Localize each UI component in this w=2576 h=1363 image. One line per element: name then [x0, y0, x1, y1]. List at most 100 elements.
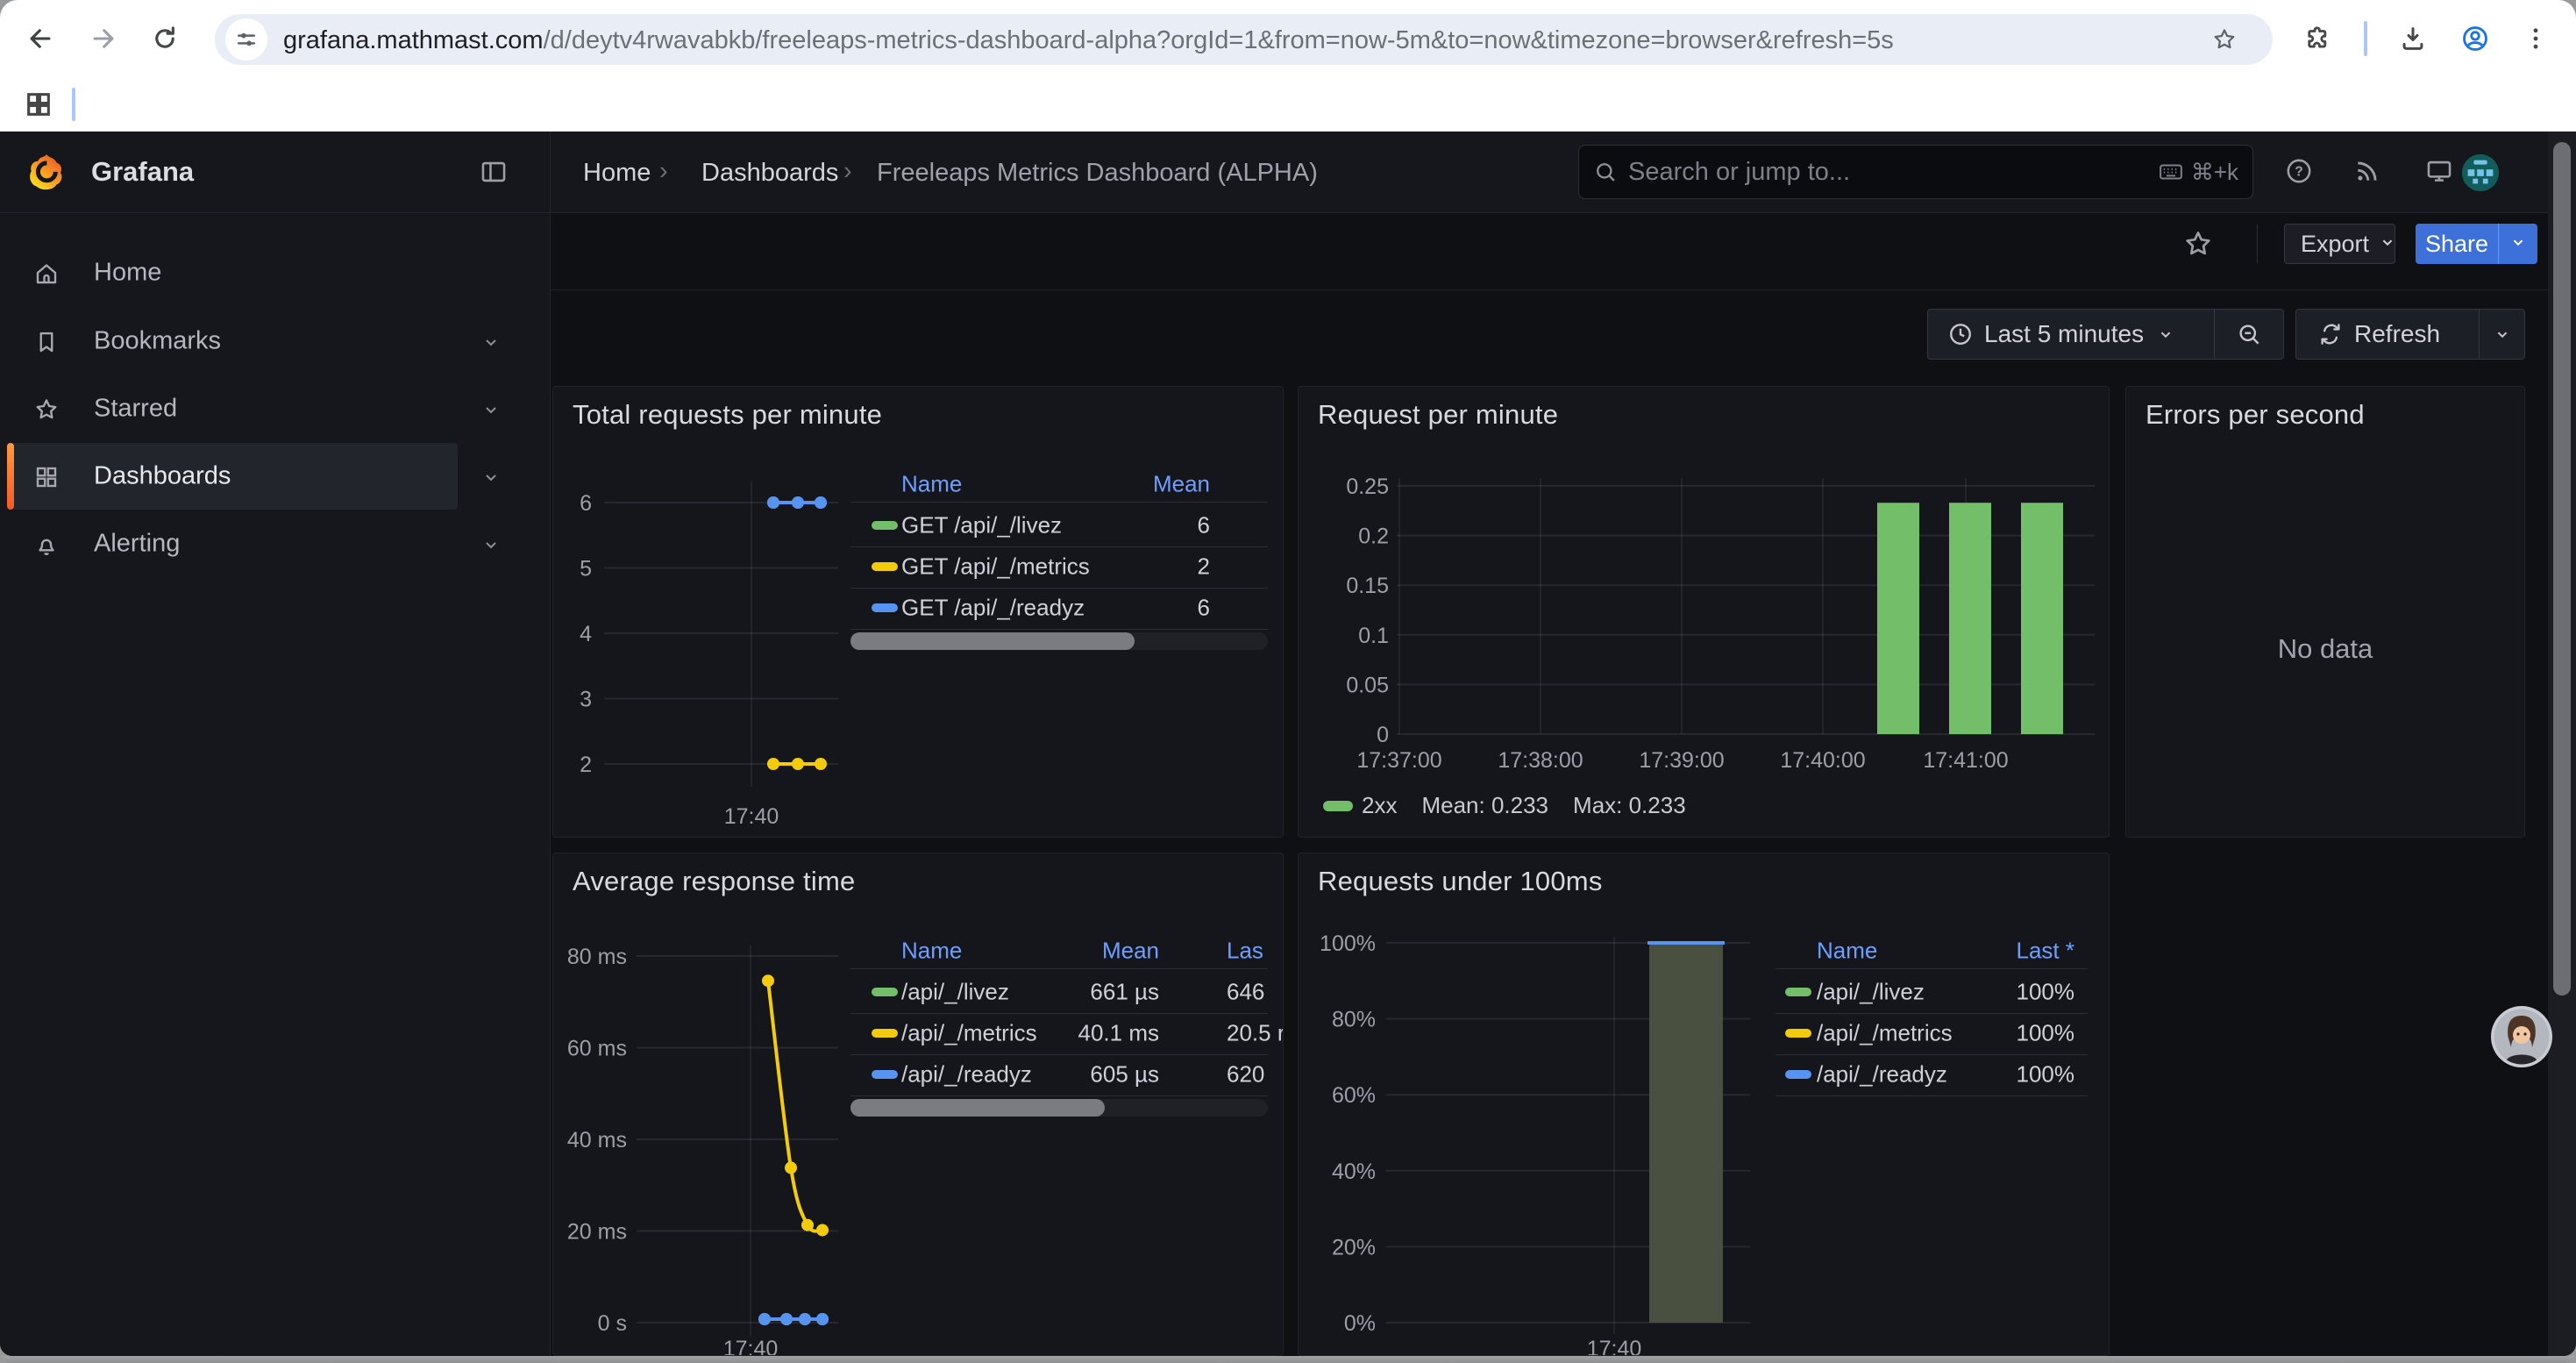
svg-text:17:37:00: 17:37:00 [1356, 748, 1441, 773]
bar[interactable] [2021, 503, 2063, 734]
legend-value: 646 [1227, 979, 1264, 1006]
panel-title[interactable]: Errors per second [2145, 399, 2365, 431]
legend-header[interactable]: Name [901, 471, 962, 498]
legend-header[interactable]: Mean [1102, 938, 1159, 965]
legend-series-name[interactable]: /api/_/metrics [901, 1020, 1037, 1047]
legend-value: 20.5 r [1227, 1020, 1284, 1047]
back-icon[interactable] [21, 19, 60, 58]
menu-kebab-icon[interactable] [2516, 19, 2555, 58]
legend-header[interactable]: Name [901, 938, 962, 965]
export-button[interactable]: Export [2284, 224, 2395, 264]
chevron-down-icon[interactable] [480, 467, 502, 488]
series-swatch[interactable] [872, 1070, 898, 1079]
sidebar-item-starred[interactable]: Starred [0, 375, 551, 442]
series-swatch[interactable] [872, 603, 898, 612]
legend-series-name[interactable]: /api/_/readyz [1817, 1061, 1947, 1088]
brand-name[interactable]: Grafana [91, 156, 194, 188]
table-rule [850, 1013, 1268, 1014]
dashboards-grid-icon [33, 464, 60, 490]
legend-value: 40.1 ms [1078, 1020, 1160, 1047]
reload-icon[interactable] [146, 19, 184, 58]
series-swatch[interactable] [872, 988, 898, 996]
url-text[interactable]: grafana.mathmast.com/d/deytv4rwavabkb/fr… [283, 26, 1894, 55]
series-swatch[interactable] [872, 1029, 898, 1038]
share-button[interactable]: Share [2416, 224, 2498, 264]
address-bar[interactable]: grafana.mathmast.com/d/deytv4rwavabkb/fr… [215, 14, 2273, 65]
user-avatar[interactable] [2460, 153, 2501, 193]
series-swatch[interactable] [1785, 1029, 1811, 1038]
legend-header[interactable]: Mean [1153, 471, 1210, 498]
legend-header[interactable]: Las [1227, 938, 1263, 965]
chevron-down-icon [2378, 231, 2397, 258]
series-swatch[interactable] [1785, 1070, 1811, 1079]
legend-value: 620 [1227, 1061, 1264, 1088]
breadcrumb-home[interactable]: Home [583, 159, 651, 188]
legend-series-name[interactable]: /api/_/livez [901, 979, 1009, 1006]
grafana-logo[interactable] [26, 153, 67, 193]
table-rule [850, 1054, 1268, 1055]
sidebar-item-label: Home [94, 259, 161, 288]
legend-series-name[interactable]: /api/_/metrics [1817, 1020, 1953, 1047]
sidebar-item-alerting[interactable]: Alerting [0, 510, 551, 577]
sidebar-item-home[interactable]: Home [0, 239, 551, 306]
table-scrollbar-thumb[interactable] [850, 1099, 1105, 1117]
legend-series-name[interactable]: /api/_/readyz [901, 1061, 1032, 1088]
legend-header[interactable]: Last * [2017, 938, 2075, 965]
legend-series-name[interactable]: GET /api/_/metrics [901, 553, 1090, 581]
monitor-icon[interactable] [2424, 156, 2458, 189]
grafana-app: Grafana Home Bookmarks Starred [0, 132, 2576, 1356]
svg-text:0.2: 0.2 [1358, 525, 1389, 549]
window-bottom-edge [0, 1356, 2576, 1363]
share-dropdown-button[interactable] [2498, 224, 2537, 264]
series-swatch[interactable] [1785, 988, 1811, 996]
legend-series-name[interactable]: GET /api/_/livez [901, 512, 1062, 539]
search-input[interactable] [1628, 158, 2158, 187]
extensions-icon[interactable] [2299, 19, 2338, 58]
chevron-down-icon[interactable] [480, 399, 502, 420]
chart[interactable]: 0.250.20.150.10.05017:37:0017:38:0017:39… [1299, 387, 2110, 838]
site-settings-icon[interactable] [225, 18, 267, 61]
download-icon[interactable] [2394, 19, 2432, 58]
favorite-star-icon[interactable] [2182, 228, 2214, 260]
chevron-down-icon[interactable] [480, 534, 502, 555]
chevron-down-icon[interactable] [480, 332, 502, 353]
bookmarks-divider [72, 88, 75, 121]
legend-series-name[interactable]: GET /api/_/readyz [901, 595, 1085, 622]
forward-icon[interactable] [84, 19, 123, 58]
apps-grid-icon[interactable] [19, 85, 58, 124]
svg-text:0.1: 0.1 [1358, 624, 1389, 648]
bar[interactable] [1877, 503, 1919, 734]
table-scrollbar-thumb[interactable] [850, 632, 1135, 650]
table-rule [850, 502, 1268, 503]
legend-table: NameLast */api/_/livez100%/api/_/metrics… [1299, 853, 2109, 1355]
sidebar-item-label: Alerting [94, 530, 180, 559]
profile-icon[interactable] [2456, 19, 2494, 58]
chevron-down-icon[interactable] [2156, 325, 2175, 344]
browser-toolbar: grafana.mathmast.com/d/deytv4rwavabkb/fr… [0, 0, 2576, 77]
series-swatch[interactable] [872, 521, 898, 530]
floating-assistant-avatar[interactable] [2490, 1005, 2553, 1068]
breadcrumb-dashboards[interactable]: Dashboards [701, 159, 838, 188]
bar[interactable] [1949, 503, 1991, 734]
panel-avg-response-time: Average response time 80 ms60 ms40 ms20 … [552, 853, 1284, 1356]
time-range-label[interactable]: Last 5 minutes [1984, 320, 2144, 348]
legend-series-name[interactable]: /api/_/livez [1817, 979, 1925, 1006]
legend-table: NameMeanGET /api/_/livez6GET /api/_/metr… [553, 387, 1283, 837]
legend-header[interactable]: Name [1817, 938, 1877, 965]
series-swatch[interactable] [872, 562, 898, 571]
help-icon[interactable]: ? [2284, 156, 2317, 189]
refresh-label[interactable]: Refresh [2354, 320, 2440, 348]
zoom-out-icon[interactable] [2236, 321, 2262, 347]
panel-requests-under-100ms: Requests under 100ms 100%80%60%40%20%0%1… [1298, 853, 2110, 1356]
page-scrollbar-thumb[interactable] [2553, 142, 2571, 995]
toolbar-divider [2257, 225, 2258, 263]
clock-icon [1947, 321, 1974, 347]
sidebar-collapse-icon[interactable] [479, 157, 510, 189]
sidebar-item-dashboards[interactable]: Dashboards [0, 443, 551, 510]
bookmark-star-icon[interactable] [2211, 26, 2238, 57]
grafana-header: Home › Dashboards › Freeleaps Metrics Da… [551, 132, 2576, 213]
chevron-down-icon[interactable] [2493, 325, 2512, 344]
sidebar-item-bookmarks[interactable]: Bookmarks [0, 308, 551, 375]
news-rss-icon[interactable] [2352, 156, 2386, 189]
search-box[interactable]: ⌘+k [1578, 145, 2253, 199]
